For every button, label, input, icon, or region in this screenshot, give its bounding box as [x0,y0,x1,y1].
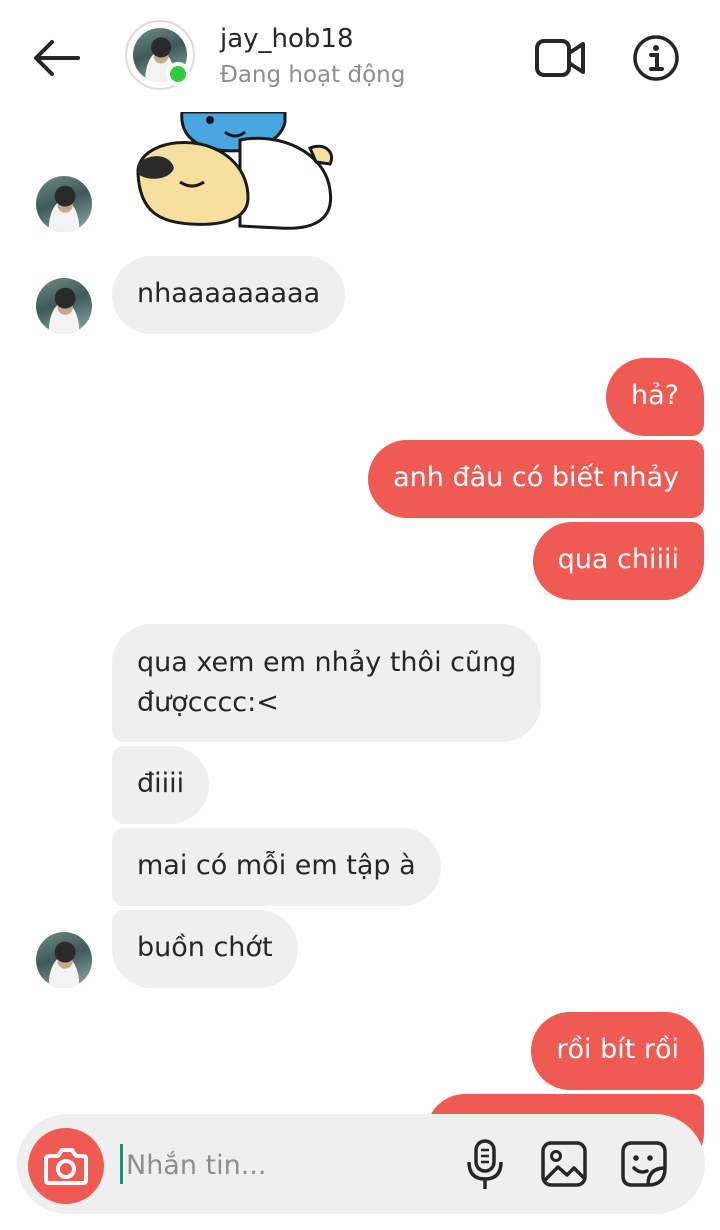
camera-button[interactable] [28,1128,104,1204]
sender-avatar[interactable] [36,932,92,988]
sticker-icon[interactable] [620,1140,668,1188]
message-text: anh đâu có biết nhảy [393,462,679,493]
message-input[interactable] [124,1140,448,1190]
text-cursor [120,1144,123,1184]
message-text: điiii [137,768,185,799]
chat-header: jay_hob18 Đang hoạt động [0,0,720,112]
message-text-line: đượcccc:< [137,687,279,718]
message-text: mai có mỗi em tập à [137,850,416,881]
message-bubble-outgoing[interactable]: rồi bít rồi [531,1012,704,1090]
video-call-icon[interactable] [534,36,586,80]
message-bubble-incoming[interactable]: điiii [112,746,210,824]
back-arrow-icon[interactable] [30,36,82,80]
message-bubble-outgoing[interactable]: qua chiiii [532,522,704,600]
info-icon[interactable] [632,34,680,82]
online-status-dot [166,62,190,86]
chat-username[interactable]: jay_hob18 [220,24,354,54]
message-bubble-incoming[interactable]: mai có mỗi em tập à [112,828,441,906]
activity-status: Đang hoạt động [220,62,406,88]
sticker-image[interactable] [130,110,340,234]
message-text-line: qua xem em nhảy thôi cũng [137,647,517,678]
message-text: rồi bít rồi [556,1034,679,1065]
message-bubble-outgoing[interactable]: anh đâu có biết nhảy [368,440,704,518]
message-bubble-incoming[interactable]: nhaaaaaaaaa [112,256,346,334]
sender-avatar[interactable] [36,176,92,232]
message-bubble-outgoing[interactable]: hả? [606,358,704,436]
message-text: nhaaaaaaaaa [137,278,321,309]
message-bubble-incoming[interactable]: buồn chớt [112,910,298,988]
microphone-icon[interactable] [462,1138,508,1192]
gallery-image-icon[interactable] [540,1140,588,1188]
camera-icon [44,1148,88,1185]
message-text: buồn chớt [137,932,273,963]
sender-avatar[interactable] [36,278,92,334]
message-text: hả? [631,380,679,411]
message-text: qua chiiii [557,544,679,575]
message-bubble-incoming[interactable]: qua xem em nhảy thôi cũng đượcccc:< [112,624,542,742]
